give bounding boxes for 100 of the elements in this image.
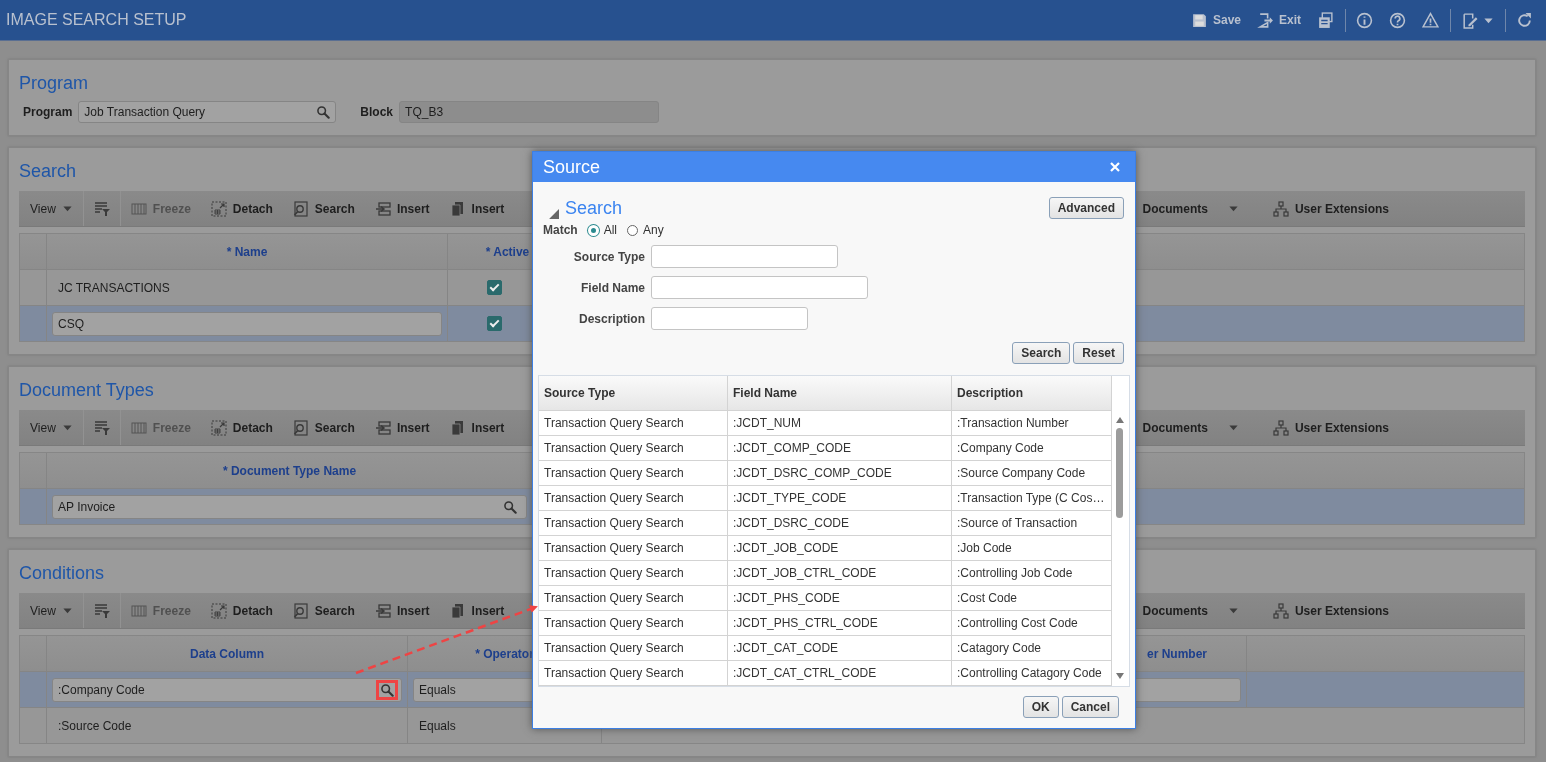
- search-button[interactable]: Search: [1012, 342, 1071, 364]
- search-icon: [292, 602, 309, 619]
- table-cell[interactable]: Transaction Query Search: [539, 561, 728, 585]
- user-extensions-button[interactable]: User Extensions: [1262, 593, 1399, 628]
- table-cell[interactable]: Transaction Query Search: [539, 436, 728, 460]
- search-button[interactable]: Search: [282, 191, 365, 226]
- table-cell[interactable]: Transaction Query Search: [539, 511, 728, 535]
- search-button[interactable]: Search: [282, 410, 365, 445]
- user-extensions-button[interactable]: User Extensions: [1262, 191, 1399, 226]
- table-cell[interactable]: :Cost Code: [952, 586, 1112, 610]
- insert-button[interactable]: Insert: [439, 410, 515, 445]
- insert-button[interactable]: Insert: [439, 593, 515, 628]
- table-cell[interactable]: :JCDT_NUM: [728, 411, 952, 435]
- table-cell-text: :Source Code: [57, 718, 132, 733]
- view-menu[interactable]: View: [19, 191, 84, 226]
- text-field[interactable]: CSQ: [52, 311, 442, 336]
- checkbox[interactable]: [487, 316, 502, 331]
- search-button[interactable]: Search: [282, 593, 365, 628]
- table-cell[interactable]: Transaction Query Search: [539, 586, 728, 610]
- table-cell[interactable]: :JCDT_PHS_CTRL_CODE: [728, 611, 952, 635]
- scroll-thumb[interactable]: [1116, 428, 1123, 518]
- table-cell[interactable]: :Controlling Job Code: [952, 561, 1112, 585]
- table-cell[interactable]: :JCDT_DSRC_COMP_CODE: [728, 461, 952, 485]
- view-menu[interactable]: View: [19, 593, 84, 628]
- table-cell[interactable]: :Controlling Catagory Code: [952, 661, 1112, 685]
- text-field[interactable]: [651, 245, 838, 268]
- hierarchy-icon: [1272, 419, 1289, 436]
- view-menu[interactable]: View: [19, 410, 84, 445]
- insert-button[interactable]: Insert: [364, 410, 440, 445]
- radio-option[interactable]: All: [587, 223, 617, 237]
- table-cell[interactable]: :JCDT_JOB_CODE: [728, 536, 952, 560]
- triangle-icon[interactable]: [548, 207, 559, 219]
- detach-button[interactable]: Detach: [200, 191, 283, 226]
- exit-button[interactable]: Exit: [1252, 8, 1306, 32]
- cancel-button[interactable]: Cancel: [1061, 696, 1119, 718]
- caret-icon: [61, 422, 73, 433]
- table-cell[interactable]: :Controlling Cost Code: [952, 611, 1112, 635]
- detach-icon: [210, 200, 227, 217]
- page-title: IMAGE SEARCH SETUP: [6, 11, 187, 29]
- table-cell[interactable]: Transaction Query Search: [539, 486, 728, 510]
- arrow-up-icon[interactable]: [1114, 416, 1125, 424]
- table-cell[interactable]: :JCDT_COMP_CODE: [728, 436, 952, 460]
- table-cell[interactable]: :Transaction Type (C Cos…: [952, 486, 1112, 510]
- documents-menu[interactable]: Documents: [1132, 191, 1249, 226]
- freeze-icon: [130, 419, 147, 436]
- table-cell[interactable]: :JCDT_JOB_CTRL_CODE: [728, 561, 952, 585]
- filter-icon: [93, 602, 110, 619]
- table-cell[interactable]: Transaction Query Search: [539, 411, 728, 435]
- lookup-field[interactable]: AP Invoice: [52, 494, 527, 519]
- field-label: Program: [23, 105, 73, 119]
- table-cell[interactable]: :Company Code: [952, 436, 1112, 460]
- table-cell[interactable]: :JCDT_DSRC_CODE: [728, 511, 952, 535]
- table-cell[interactable]: :Catagory Code: [952, 636, 1112, 660]
- insert-icon: [374, 602, 391, 619]
- table-cell[interactable]: :Source Company Code: [952, 461, 1112, 485]
- search-icon: [292, 419, 309, 436]
- freeze-icon: [130, 200, 147, 217]
- radio-option[interactable]: Any: [627, 223, 664, 237]
- lookup-field[interactable]: :Company Code: [52, 677, 402, 702]
- insert-button[interactable]: Insert: [364, 593, 440, 628]
- advanced-button[interactable]: Advanced: [1048, 197, 1124, 219]
- table-cell[interactable]: :JCDT_CAT_CTRL_CODE: [728, 661, 952, 685]
- detach-icon: [210, 602, 227, 619]
- table-cell[interactable]: :JCDT_PHS_CODE: [728, 586, 952, 610]
- table-cell[interactable]: :Job Code: [952, 536, 1112, 560]
- search-button[interactable]: [376, 679, 398, 700]
- table-cell[interactable]: Transaction Query Search: [539, 661, 728, 685]
- detach-icon: [210, 419, 227, 436]
- table-cell-text: JC TRANSACTIONS: [57, 280, 170, 295]
- save-button[interactable]: Save: [1185, 8, 1246, 32]
- column-header[interactable]: Description: [952, 376, 1112, 410]
- column-header[interactable]: Field Name: [728, 376, 952, 410]
- panel-title: Conditions: [19, 562, 105, 585]
- table-cell[interactable]: Transaction Query Search: [539, 461, 728, 485]
- ok-button[interactable]: OK: [1022, 696, 1059, 718]
- search-section-toggle[interactable]: Search: [548, 197, 623, 219]
- table-cell[interactable]: :Source of Transaction: [952, 511, 1112, 535]
- table-cell[interactable]: :Transaction Number: [952, 411, 1112, 435]
- insert-button[interactable]: Insert: [439, 191, 515, 226]
- table-cell[interactable]: Transaction Query Search: [539, 611, 728, 635]
- table-cell[interactable]: :JCDT_TYPE_CODE: [728, 486, 952, 510]
- column-header[interactable]: Source Type: [539, 376, 728, 410]
- text-field[interactable]: [651, 307, 808, 330]
- search-icon[interactable]: [316, 105, 331, 119]
- caret-icon: [61, 203, 73, 214]
- detach-button[interactable]: Detach: [200, 593, 283, 628]
- checkbox[interactable]: [487, 280, 502, 295]
- table-cell[interactable]: Transaction Query Search: [539, 536, 728, 560]
- arrow-down-icon[interactable]: [1114, 672, 1125, 680]
- insert-button[interactable]: Insert: [364, 191, 440, 226]
- documents-menu[interactable]: Documents: [1132, 410, 1249, 445]
- detach-button[interactable]: Detach: [200, 410, 283, 445]
- caret-icon: [1227, 203, 1239, 214]
- table-cell[interactable]: Transaction Query Search: [539, 636, 728, 660]
- user-extensions-button[interactable]: User Extensions: [1262, 410, 1399, 445]
- documents-menu[interactable]: Documents: [1132, 593, 1249, 628]
- reset-button[interactable]: Reset: [1073, 342, 1124, 364]
- text-field[interactable]: [651, 276, 868, 299]
- text-field[interactable]: Job Transaction Query: [78, 101, 337, 123]
- table-cell[interactable]: :JCDT_CAT_CODE: [728, 636, 952, 660]
